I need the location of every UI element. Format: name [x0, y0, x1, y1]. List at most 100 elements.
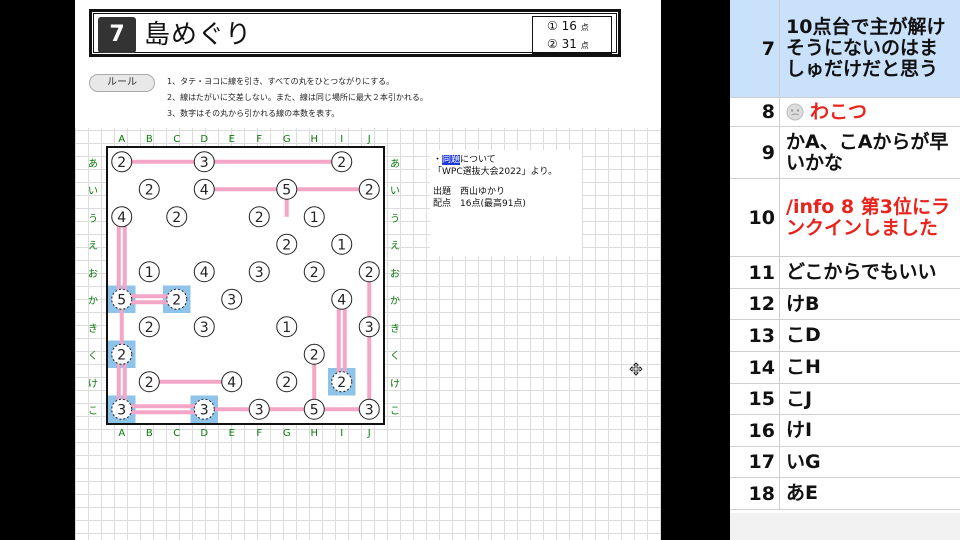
puzzle-board[interactable]: 2 3 2 2 4 5 2 4 2 2 1 2 1 1 4 3 2 2 5 2 3 4 2 3 1 3 2 2 2 4 2 2 3 3 3 5 3	[106, 146, 385, 425]
chat-row-number: 10	[730, 179, 780, 256]
move-cursor-icon	[629, 362, 643, 376]
column-label-C: C	[173, 134, 181, 145]
column-label-E: E	[228, 134, 235, 145]
chat-row[interactable]: 11 どこからでもいい	[730, 257, 960, 289]
chat-row-number: 7	[730, 0, 780, 97]
chat-message: こD	[786, 320, 956, 351]
island-number: 4	[337, 292, 346, 308]
island-number: 2	[145, 182, 154, 198]
row-label: こ	[88, 406, 98, 418]
column-label-A: A	[118, 134, 126, 145]
chat-row[interactable]: 13 こD	[730, 320, 960, 352]
island-number: 3	[200, 155, 209, 171]
island-number: 2	[282, 375, 291, 391]
chat-row-number: 16	[730, 415, 780, 446]
island-number: 2	[145, 375, 154, 391]
board-svg[interactable]: 2 3 2 2 4 5 2 4 2 2 1 2 1 1 4 3 2 2 5 2 3 4 2 3 1 3 2 2 2 4 2 2 3 3 3 5 3	[108, 148, 383, 423]
island-number: 3	[365, 402, 374, 418]
island-number: 2	[365, 182, 374, 198]
row-label: う	[88, 213, 98, 225]
column-label-F: F	[256, 428, 263, 439]
column-label-J: J	[367, 428, 371, 439]
info-heading: ・同題について	[433, 154, 579, 166]
column-label-A: A	[118, 428, 126, 439]
chat-message-text: 10点台で主が解けそうにないのはましゅだけだと思う	[786, 16, 946, 80]
island-number: 4	[200, 265, 209, 281]
island-number: 5	[282, 182, 291, 198]
chat-row[interactable]: 10/info 8 第3位にランクインしました	[730, 179, 960, 257]
island-number: 2	[117, 347, 126, 363]
points-row-2: ② 31 点	[547, 37, 589, 51]
column-label-D: D	[200, 134, 209, 145]
chat-row[interactable]: 8 わこつ	[730, 98, 960, 127]
island-number: 1	[310, 210, 319, 226]
chat-message-text: あE	[786, 482, 818, 504]
column-label-F: F	[256, 134, 263, 145]
info-box: ・同題について 「WPC選抜大会2022」より。 出題 西山ゆかり 配点 16点…	[430, 150, 582, 256]
island-number: 2	[365, 265, 374, 281]
island-number: 3	[200, 402, 209, 418]
column-label-H: H	[310, 134, 319, 145]
row-label: き	[390, 323, 400, 335]
chat-row-number: 15	[730, 384, 780, 414]
chat-message-text: こJ	[786, 387, 813, 410]
island-number: 2	[172, 210, 181, 226]
column-label-G: G	[282, 134, 291, 145]
chat-message: /info 8 第3位にランクインしました	[786, 179, 956, 256]
chat-row[interactable]: 7 10点台で主が解けそうにないのはましゅだけだと思う	[730, 0, 960, 98]
chat-message: いG	[786, 447, 956, 477]
chat-row[interactable]: 18 あE	[730, 478, 960, 510]
chat-row[interactable]: 16 けI	[730, 415, 960, 447]
chat-message-text: けI	[786, 419, 813, 441]
island-number: 4	[117, 210, 126, 226]
chat-row-number: 13	[730, 320, 780, 351]
chat-message-text: けB	[786, 292, 820, 315]
island-number: 2	[172, 292, 181, 308]
row-label: き	[88, 323, 98, 335]
column-label-B: B	[145, 428, 153, 439]
row-label: え	[390, 241, 400, 253]
chat-row-number: 17	[730, 447, 780, 477]
row-label: う	[390, 213, 400, 225]
chat-panel[interactable]: 7 10点台で主が解けそうにないのはましゅだけだと思う 8 わこつ 9 かA、こAからが早…	[730, 0, 960, 540]
island-number: 3	[255, 402, 264, 418]
chat-row[interactable]: 14 こH	[730, 352, 960, 384]
island-number: 2	[145, 320, 154, 336]
chat-row-number: 9	[730, 127, 780, 178]
puzzle-number-badge: 7	[98, 17, 136, 53]
puzzle-title-box: 7 島めぐり ① 16 点 ② 31 点	[89, 9, 621, 57]
chat-message: 10点台で主が解けそうにないのはましゅだけだと思う	[786, 0, 956, 97]
chat-row[interactable]: 15 こJ	[730, 384, 960, 415]
chat-message: どこからでもいい	[786, 257, 956, 288]
island-number: 3	[227, 292, 236, 308]
chat-row[interactable]: 9 かA、こAからが早いかな	[730, 127, 960, 179]
face-icon	[786, 103, 804, 121]
chat-message-text: こD	[786, 324, 821, 346]
island-number: 3	[200, 320, 209, 336]
chat-row[interactable]: 17 いG	[730, 447, 960, 478]
island-number: 5	[117, 292, 126, 308]
info-heading-highlight: 同題	[442, 155, 461, 165]
chat-message-text: /info 8 第3位にランクインしました	[786, 195, 950, 239]
chat-row[interactable]: 12 けB	[730, 289, 960, 320]
chat-row-number: 8	[730, 98, 780, 126]
chat-message-text: わこつ	[810, 100, 868, 123]
column-label-C: C	[173, 428, 181, 439]
island-number: 2	[337, 375, 346, 391]
row-label: か	[390, 296, 400, 308]
info-heading-text: ・同題について	[433, 155, 496, 165]
info-source: 「WPC選抜大会2022」より。	[433, 167, 558, 177]
chat-row-number: 12	[730, 289, 780, 319]
row-label: あ	[88, 158, 98, 170]
chat-message-text: こH	[786, 356, 821, 378]
island-number: 3	[255, 265, 264, 281]
row-label: く	[88, 351, 98, 363]
column-label-H: H	[310, 428, 319, 439]
row-label: お	[390, 268, 400, 280]
chat-message: あE	[786, 478, 956, 509]
spreadsheet-sheet[interactable]: 7 島めぐり ① 16 点 ② 31 点 ルール 1、タテ・ヨコに線を引き、すべ…	[75, 0, 661, 540]
rule-label: ルール	[89, 74, 155, 92]
chat-message-text: かA、こAからが早いかな	[786, 130, 949, 174]
column-label-G: G	[282, 428, 291, 439]
column-label-D: D	[200, 428, 209, 439]
